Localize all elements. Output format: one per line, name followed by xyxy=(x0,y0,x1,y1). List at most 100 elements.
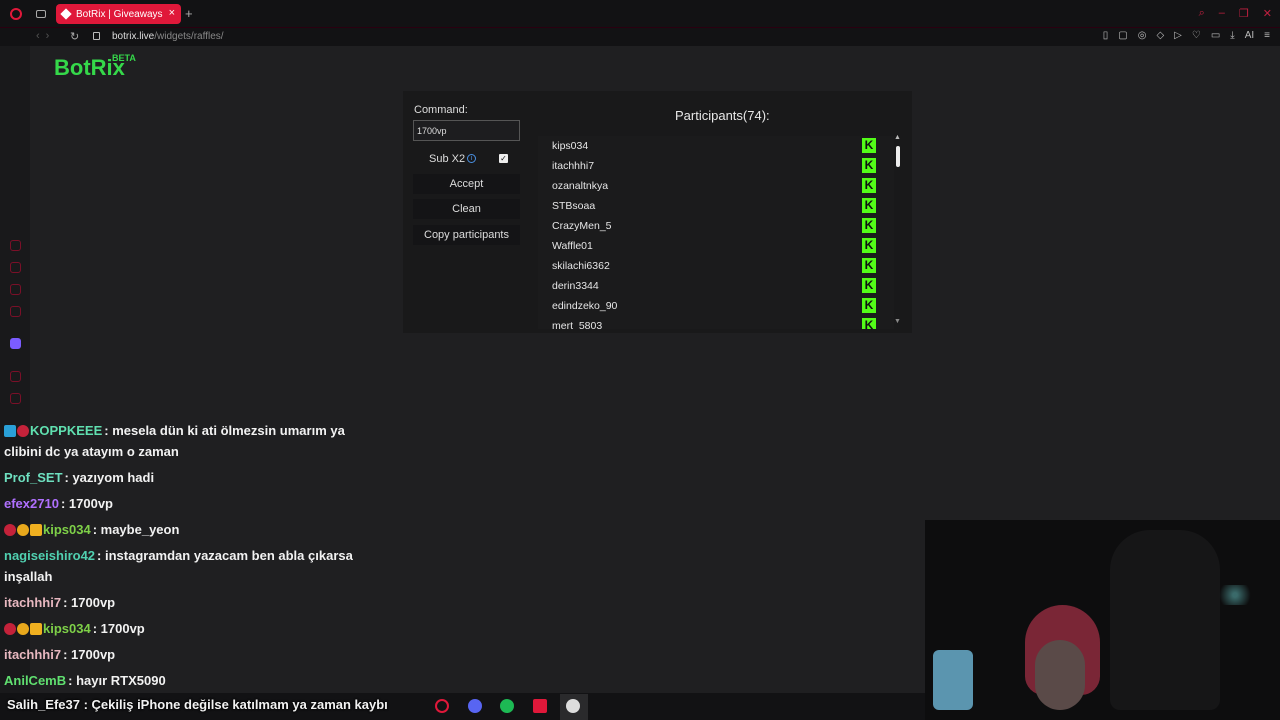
sidebar-messenger-icon[interactable] xyxy=(10,284,21,295)
chat-username: AnilCemB xyxy=(4,673,67,688)
opera-logo-icon[interactable] xyxy=(10,8,22,20)
chat-message: Prof_SET: yazıyom hadi xyxy=(4,467,379,488)
chat-text: : 1700vp xyxy=(63,647,116,662)
taskbar-spotify-icon[interactable] xyxy=(500,699,514,713)
red-badge-icon xyxy=(4,623,16,635)
chat-message: itachhhi7: 1700vp xyxy=(4,592,379,613)
sidebar-player-icon[interactable] xyxy=(10,371,21,382)
minimize-icon[interactable]: – xyxy=(1219,7,1225,20)
chat-username: kips034 xyxy=(43,522,91,537)
close-window-icon[interactable]: ✕ xyxy=(1263,7,1272,20)
copy-participants-button[interactable]: Copy participants xyxy=(413,225,520,245)
sidebar-history-icon[interactable] xyxy=(10,393,21,404)
chat-message: nagiseishiro42: instagramdan yazacam ben… xyxy=(4,545,379,587)
url-path: /widgets/raffles/ xyxy=(154,31,224,42)
participant-name: edindzeko_90 xyxy=(552,300,618,312)
chat-username: KOPPKEEE xyxy=(30,423,103,438)
chat-message: AnilCemB: hayır RTX5090 xyxy=(4,670,379,691)
sidebar-twitch-icon[interactable] xyxy=(10,338,21,349)
kick-icon: K xyxy=(862,178,876,193)
chat-partial-message: Salih_Efe37 : Çekiliş iPhone değilse kat… xyxy=(7,697,388,712)
url-host: botrix.live xyxy=(112,31,155,42)
wallet-icon[interactable]: ▭ xyxy=(1211,30,1220,41)
participant-name: derin3344 xyxy=(552,280,599,292)
participant-name: STBsoaa xyxy=(552,200,596,212)
chat-username: kips034 xyxy=(43,621,91,636)
kick-icon: K xyxy=(862,218,876,233)
participant-row: itachhhi7 K xyxy=(538,156,894,176)
accept-button[interactable]: Accept xyxy=(413,174,520,194)
sub-x2-checkbox[interactable]: ✓ xyxy=(499,154,508,163)
reload-icon[interactable]: ↻ xyxy=(70,30,79,43)
sub-x2-label: Sub X2 xyxy=(429,153,466,165)
chat-text: : 1700vp xyxy=(63,595,116,610)
kick-icon: K xyxy=(862,238,876,253)
heart-icon[interactable]: ♡ xyxy=(1192,30,1201,41)
bookmark-icon[interactable]: ▯ xyxy=(1103,30,1109,41)
participant-name: Waffle01 xyxy=(552,240,593,252)
chat-text: : 1700vp xyxy=(92,621,145,636)
taskbar-discord-icon[interactable] xyxy=(468,699,482,713)
gold-badge-icon xyxy=(17,524,29,536)
red-badge-icon xyxy=(17,425,29,437)
participant-row: kips034 K xyxy=(538,136,894,156)
gaming-chair xyxy=(1110,530,1220,710)
chat-message: kips034: maybe_yeon xyxy=(4,519,379,540)
red-badge-icon xyxy=(4,524,16,536)
info-icon[interactable]: i xyxy=(467,154,476,163)
chat-username: nagiseishiro42 xyxy=(4,548,96,563)
crown-badge-icon xyxy=(30,524,42,536)
back-forward-icons[interactable]: ‹› xyxy=(36,30,55,42)
participants-list[interactable]: kips034 Kitachhhi7 Kozanaltnkya K STBsoaa K Cr… xyxy=(538,136,894,329)
sidebar-extension-icon[interactable] xyxy=(10,262,21,273)
sidebar-mail-icon[interactable] xyxy=(10,306,21,317)
lock-icon[interactable] xyxy=(93,32,100,40)
tab-botrix-giveaways[interactable]: BotRix | Giveaways × xyxy=(56,4,181,24)
kick-icon: K xyxy=(862,278,876,293)
address-bar: ‹› ↻ botrix.live/widgets/raffles/ ▯ ▢ ◎ … xyxy=(0,28,1280,46)
maximize-icon[interactable]: ❐ xyxy=(1239,7,1249,20)
participant-row: Waffle01 K xyxy=(538,236,894,256)
chat-username: itachhhi7 xyxy=(4,595,62,610)
sidebar-aria-icon[interactable] xyxy=(10,240,21,251)
scroll-up-arrow-icon[interactable]: ▲ xyxy=(894,134,901,141)
participants-title: Participants(74): xyxy=(675,108,770,123)
ai-button[interactable]: AI xyxy=(1245,30,1254,41)
participant-row: STBsoaa K xyxy=(538,196,894,216)
new-tab-button[interactable]: + xyxy=(185,6,193,21)
download-icon[interactable]: ⤓ xyxy=(1230,30,1234,41)
taskbar-app-icon[interactable] xyxy=(533,699,547,713)
kick-icon: K xyxy=(862,158,876,173)
chat-text: : maybe_yeon xyxy=(92,522,180,537)
chat-message: itachhhi7: 1700vp xyxy=(4,644,379,665)
chat-text: : hayır RTX5090 xyxy=(68,673,166,688)
chat-username: efex2710 xyxy=(4,496,59,511)
clean-button[interactable]: Clean xyxy=(413,199,520,219)
participant-row: CrazyMen_5 K xyxy=(538,216,894,236)
beta-tag: BETA xyxy=(112,53,136,63)
tab-title: BotRix | Giveaways xyxy=(76,8,163,20)
kick-icon: K xyxy=(862,258,876,273)
participant-row: mert_5803 K xyxy=(538,316,894,329)
url-field[interactable]: botrix.live/widgets/raffles/ xyxy=(112,31,224,42)
tab-close-icon[interactable]: × xyxy=(169,7,175,19)
toolbar-icons: ▯ ▢ ◎ ◇ ▷ ♡ ▭ ⤓ AI ≡ xyxy=(1103,30,1270,41)
participants-scrollbar[interactable] xyxy=(896,146,900,167)
scroll-down-arrow-icon[interactable]: ▼ xyxy=(894,318,901,325)
play-icon[interactable]: ▷ xyxy=(1174,30,1182,41)
gold-badge-icon xyxy=(17,623,29,635)
participant-name: CrazyMen_5 xyxy=(552,220,612,232)
taskbar-opera-icon[interactable] xyxy=(435,699,449,713)
snapshot-icon[interactable]: ▢ xyxy=(1118,30,1127,41)
chat-message: kips034: 1700vp xyxy=(4,618,379,639)
adblock-icon[interactable]: ◎ xyxy=(1138,30,1147,41)
share-icon[interactable]: ◇ xyxy=(1156,30,1164,41)
botrix-logo[interactable]: BotRix BETA xyxy=(54,53,136,81)
search-icon[interactable]: ⌕ xyxy=(1199,7,1205,20)
participant-name: itachhhi7 xyxy=(552,160,595,172)
command-input[interactable] xyxy=(413,120,520,141)
workspaces-icon[interactable] xyxy=(36,10,46,18)
browser-tabbar: BotRix | Giveaways × + ⌕ – ❐ ✕ xyxy=(0,0,1280,28)
menu-icon[interactable]: ≡ xyxy=(1264,30,1270,41)
taskbar-obs-icon[interactable] xyxy=(566,699,580,713)
